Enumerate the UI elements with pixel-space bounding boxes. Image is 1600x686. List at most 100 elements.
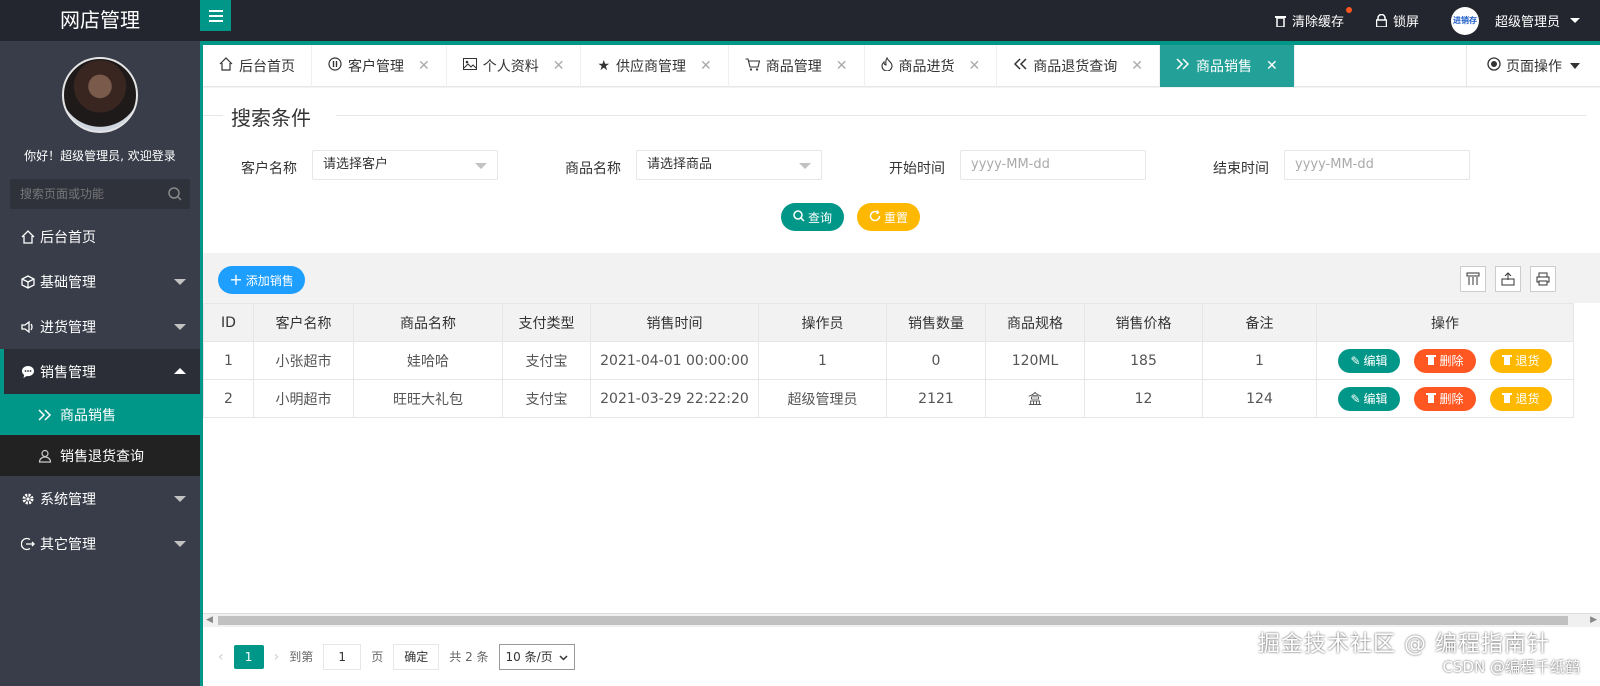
tab-profile[interactable]: 个人资料 ✕ <box>447 45 582 87</box>
tab-bar: 后台首页 客户管理 ✕ 个人资料 ✕ ★ 供应商管理 ✕ 商品管理 ✕ 商品进货… <box>203 45 1600 87</box>
close-icon[interactable]: ✕ <box>553 58 565 74</box>
edit-button[interactable]: ✎ 编辑 <box>1338 348 1400 373</box>
trash-icon <box>1426 392 1437 406</box>
close-icon[interactable]: ✕ <box>969 58 981 74</box>
confirm-page-button[interactable]: 确定 <box>393 643 440 670</box>
page-operations-dropdown[interactable]: 页面操作 <box>1466 45 1600 87</box>
column-header[interactable]: 销售价格 <box>1084 303 1203 342</box>
table-row: 1 小张超市 娃哈哈 支付宝 2021-04-01 00:00:00 1 0 1… <box>203 341 1574 380</box>
add-sale-button[interactable]: + 添加销售 <box>218 266 305 294</box>
table-cell: 娃哈哈 <box>353 341 503 380</box>
column-header[interactable]: ID <box>203 303 254 342</box>
user-menu[interactable]: 进销存 超级管理员 <box>1450 6 1580 35</box>
column-header[interactable]: 商品名称 <box>353 303 503 342</box>
clear-cache-button[interactable]: 清除缓存 <box>1274 7 1352 30</box>
current-page[interactable]: 1 <box>233 644 264 669</box>
close-icon[interactable]: ✕ <box>836 58 848 74</box>
reset-button[interactable]: 重置 <box>857 203 920 231</box>
lock-screen-button[interactable]: 锁屏 <box>1375 11 1419 30</box>
edit-button[interactable]: ✎ 编辑 <box>1338 386 1400 411</box>
caret-down-icon <box>1570 63 1580 69</box>
sidebar-item-label: 后台首页 <box>40 229 96 246</box>
chevron-down-icon <box>174 496 186 502</box>
print-button[interactable] <box>1530 266 1556 292</box>
start-time-placeholder: yyyy-MM-dd <box>971 157 1050 172</box>
tab-product[interactable]: 商品管理 ✕ <box>729 45 865 87</box>
speaker-icon <box>20 320 36 334</box>
trash-icon <box>1274 15 1286 27</box>
end-time-placeholder: yyyy-MM-dd <box>1295 157 1374 172</box>
table-cell: 120ML <box>985 341 1085 380</box>
sidebar-item-other[interactable]: 其它管理 <box>0 521 200 566</box>
pencil-icon: ✎ <box>1350 353 1361 368</box>
table-cell: 2 <box>203 379 254 418</box>
tab-product-sales[interactable]: 商品销售 ✕ <box>1159 45 1295 87</box>
tab-label: 商品退货查询 <box>1033 59 1118 75</box>
product-select[interactable]: 请选择商品 <box>636 150 822 180</box>
tab-customer[interactable]: 客户管理 ✕ <box>312 45 447 87</box>
edit-button-label: 编辑 <box>1363 392 1388 406</box>
column-header[interactable]: 客户名称 <box>253 303 354 342</box>
columns-filter-button[interactable] <box>1460 266 1486 292</box>
sidebar-item-sales-return[interactable]: 销售退货查询 <box>0 435 200 476</box>
close-icon[interactable]: ✕ <box>700 58 712 74</box>
tab-product-return[interactable]: 商品退货查询 ✕ <box>997 45 1160 87</box>
sidebar-item-purchase[interactable]: 进货管理 <box>0 304 200 349</box>
sidebar-search-placeholder: 搜索页面或功能 <box>20 187 105 201</box>
column-header[interactable]: 支付类型 <box>502 303 591 342</box>
customer-select[interactable]: 请选择客户 <box>312 150 498 180</box>
close-icon[interactable]: ✕ <box>418 58 430 74</box>
sales-table-container: ID 客户名称 商品名称 支付类型 销售时间 操作员 销售数量 商品规格 销售价… <box>203 303 1600 613</box>
lock-icon <box>1375 14 1387 27</box>
column-header[interactable]: 销售时间 <box>590 303 759 342</box>
chevron-up-icon <box>174 368 186 374</box>
return-button[interactable]: 退货 <box>1490 386 1552 411</box>
tab-supplier[interactable]: ★ 供应商管理 ✕ <box>581 45 729 87</box>
column-header[interactable]: 操作员 <box>758 303 887 342</box>
delete-button[interactable]: 删除 <box>1414 348 1476 373</box>
sidebar-item-system[interactable]: 系统管理 <box>0 476 200 521</box>
close-icon[interactable]: ✕ <box>1266 58 1278 74</box>
tab-home[interactable]: 后台首页 <box>203 45 312 87</box>
sidebar-item-product-sales[interactable]: 商品销售 <box>0 394 200 435</box>
end-time-label: 结束时间 <box>1213 161 1269 177</box>
page-size-select[interactable]: 10 条/页 <box>498 643 575 670</box>
prev-page-icon[interactable]: ‹ <box>218 649 224 665</box>
horizontal-scrollbar[interactable]: ◀ ▶ <box>203 613 1600 627</box>
close-icon[interactable]: ✕ <box>1131 58 1143 74</box>
page-unit-label: 页 <box>371 650 384 664</box>
table-row: 2 小明超市 旺旺大礼包 支付宝 2021-03-29 22:22:20 超级管… <box>203 379 1574 418</box>
table-cell: 2121 <box>886 379 986 418</box>
avatar: 进销存 <box>1450 6 1479 35</box>
page-number-input[interactable]: 1 <box>323 643 362 670</box>
menu-toggle-button[interactable] <box>200 0 231 31</box>
sidebar-item-home[interactable]: 后台首页 <box>0 214 200 259</box>
sidebar-search-input[interactable]: 搜索页面或功能 <box>10 179 190 209</box>
end-time-input[interactable]: yyyy-MM-dd <box>1284 150 1470 180</box>
delete-button[interactable]: 删除 <box>1414 386 1476 411</box>
export-button[interactable] <box>1495 266 1521 292</box>
watermark: 掘金技术社区 @ 编程指南针 <box>1258 632 1550 657</box>
sidebar-item-basic[interactable]: 基础管理 <box>0 259 200 304</box>
table-cell: 2021-04-01 00:00:00 <box>590 341 759 380</box>
profile-avatar <box>62 57 138 133</box>
scrollbar-thumb[interactable] <box>218 616 1568 625</box>
chevron-down-icon <box>174 279 186 285</box>
start-time-input[interactable]: yyyy-MM-dd <box>960 150 1146 180</box>
next-page-icon[interactable]: › <box>274 649 280 665</box>
sidebar-item-sales[interactable]: 销售管理 <box>0 349 200 394</box>
tab-label: 商品管理 <box>765 59 822 75</box>
product-label: 商品名称 <box>565 161 621 177</box>
columns-icon <box>1466 272 1480 285</box>
add-sale-button-label: 添加销售 <box>245 273 294 288</box>
divider <box>336 115 1586 116</box>
column-header[interactable]: 商品规格 <box>985 303 1085 342</box>
clear-cache-label: 清除缓存 <box>1291 15 1344 30</box>
column-header[interactable]: 备注 <box>1202 303 1317 342</box>
scroll-left-icon[interactable]: ◀ <box>206 615 213 625</box>
query-button[interactable]: 查询 <box>781 203 844 231</box>
scroll-right-icon[interactable]: ▶ <box>1590 615 1597 625</box>
column-header[interactable]: 销售数量 <box>886 303 986 342</box>
tab-product-purchase[interactable]: 商品进货 ✕ <box>865 45 998 87</box>
return-button[interactable]: 退货 <box>1490 348 1552 373</box>
